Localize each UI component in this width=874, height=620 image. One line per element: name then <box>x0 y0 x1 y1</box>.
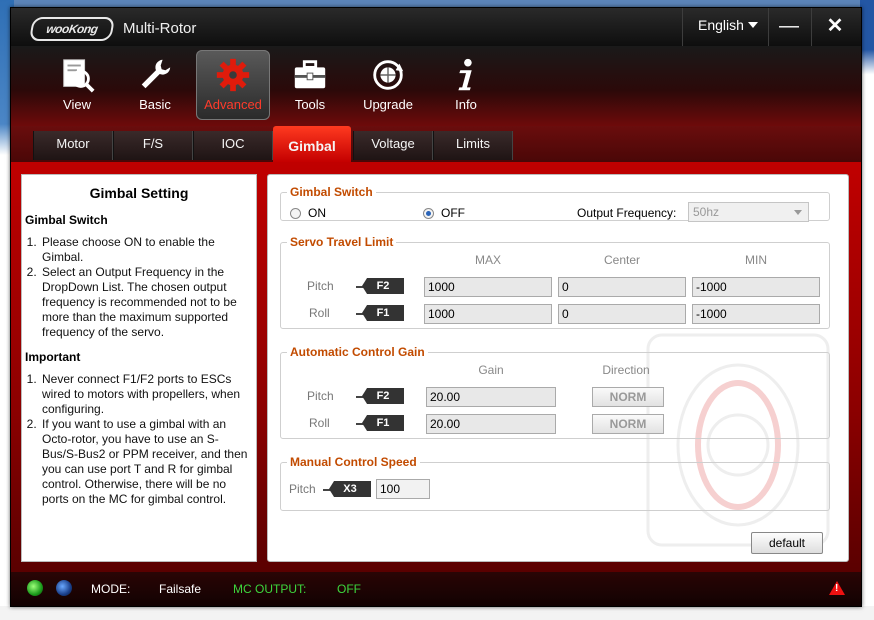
gain-pitch-label: Pitch <box>307 389 334 403</box>
default-button[interactable]: default <box>751 532 823 554</box>
help-item: Please choose ON to enable the Gimbal. <box>40 235 250 265</box>
warning-icon[interactable]: ! <box>829 581 845 595</box>
help-list: Never connect F1/F2 ports to ESCs wired … <box>22 372 250 507</box>
help-item: Select an Output Frequency in the DropDo… <box>40 265 250 340</box>
mode-label: MODE: <box>91 582 131 596</box>
toolbar-tools[interactable]: Tools <box>273 50 347 120</box>
group-title: Manual Control Speed <box>290 455 417 469</box>
main-toolbar: View Basic Advanced Tools Upgrade Info <box>11 46 861 126</box>
help-title: Gimbal Setting <box>89 185 189 201</box>
port-f2-badge: F2 <box>362 278 404 294</box>
gimbal-on-radio[interactable] <box>290 208 301 219</box>
port-f1-badge: F1 <box>362 415 404 431</box>
help-list: Please choose ON to enable the Gimbal. S… <box>22 235 250 340</box>
help-section-heading: Gimbal Switch <box>25 213 108 227</box>
toolbar-upgrade[interactable]: Upgrade <box>351 50 425 120</box>
toolbox-icon <box>294 60 326 89</box>
group-title: Servo Travel Limit <box>290 235 394 249</box>
gain-roll-direction-button[interactable]: NORM <box>592 414 664 434</box>
output-frequency-label: Output Frequency: <box>577 206 677 220</box>
app-title: Multi-Rotor <box>123 20 197 37</box>
output-frequency-select[interactable]: 50hz <box>688 202 809 222</box>
servo-pitch-label: Pitch <box>307 279 334 293</box>
help-item: Never connect F1/F2 ports to ESCs wired … <box>40 372 250 417</box>
tab-motor[interactable]: Motor <box>33 131 113 160</box>
info-icon <box>458 58 472 91</box>
mc-output-label: MC OUTPUT: <box>233 582 307 596</box>
toolbar-label: Tools <box>294 97 326 112</box>
servo-roll-label: Roll <box>309 306 330 320</box>
mode-value: Failsafe <box>159 582 202 596</box>
gain-pitch-input[interactable]: 20.00 <box>426 387 556 407</box>
toolbar-info[interactable]: Info <box>429 50 503 120</box>
brand-logo: wooKong <box>28 17 116 41</box>
servo-roll-center-input[interactable]: 0 <box>558 304 686 324</box>
title-bar: wooKong Multi-Rotor English — ✕ <box>11 8 861 46</box>
mc-output-value: OFF <box>337 582 361 596</box>
divider <box>682 8 683 46</box>
toolbar-basic[interactable]: Basic <box>118 50 192 120</box>
column-header-min: MIN <box>745 253 767 267</box>
output-frequency-value: 50hz <box>693 205 720 219</box>
divider <box>768 8 769 46</box>
speed-pitch-label: Pitch <box>289 482 316 496</box>
servo-roll-min-input[interactable]: -1000 <box>692 304 820 324</box>
close-button[interactable]: ✕ <box>817 12 853 42</box>
chevron-down-icon <box>747 22 758 28</box>
gps-led-icon <box>56 580 72 596</box>
column-header-direction: Direction <box>602 363 650 377</box>
toolbar-label: Upgrade <box>363 97 413 112</box>
gimbal-off-radio[interactable] <box>423 208 434 219</box>
gear-icon <box>216 58 250 92</box>
gimbal-on-label: ON <box>308 206 326 220</box>
column-header-gain: Gain <box>478 363 504 377</box>
toolbar-label: Basic <box>139 97 171 112</box>
tab-fs[interactable]: F/S <box>113 131 193 160</box>
toolbar-advanced[interactable]: Advanced <box>196 50 270 120</box>
column-header-center: Center <box>603 253 641 267</box>
servo-pitch-min-input[interactable]: -1000 <box>692 277 820 297</box>
column-header-max: MAX <box>474 253 501 267</box>
port-f1-badge: F1 <box>362 305 404 321</box>
toolbar-label: View <box>63 97 91 112</box>
gimbal-settings-panel: Gimbal Switch ON OFF Output Frequency: 5… <box>267 174 849 562</box>
help-panel: Gimbal Setting Gimbal Switch Please choo… <box>21 174 257 562</box>
group-title: Gimbal Switch <box>290 185 373 199</box>
tab-bar: Motor F/S IOC Gimbal Voltage Limits <box>11 126 861 162</box>
servo-pitch-center-input[interactable]: 0 <box>558 277 686 297</box>
speed-pitch-input[interactable]: 100 <box>376 479 430 499</box>
toolbar-label: Info <box>455 97 477 112</box>
divider <box>811 8 812 46</box>
help-item: If you want to use a gimbal with an Octo… <box>40 417 250 507</box>
servo-roll-max-input[interactable]: 1000 <box>424 304 552 324</box>
status-bar: MODE: Failsafe MC OUTPUT: OFF ! <box>11 572 861 606</box>
content-area: Gimbal Setting Gimbal Switch Please choo… <box>11 162 861 572</box>
gain-roll-input[interactable]: 20.00 <box>426 414 556 434</box>
chevron-down-icon <box>794 210 802 215</box>
tab-gimbal[interactable]: Gimbal <box>273 126 351 162</box>
language-label: English <box>698 17 744 33</box>
language-select[interactable]: English <box>698 17 758 33</box>
toolbar-label: Advanced <box>204 97 262 112</box>
connection-led-icon <box>27 580 43 596</box>
servo-pitch-max-input[interactable]: 1000 <box>424 277 552 297</box>
group-title: Automatic Control Gain <box>290 345 425 359</box>
toolbar-view[interactable]: View <box>40 50 114 120</box>
help-section-heading: Important <box>25 350 81 364</box>
wrench-icon <box>141 59 171 89</box>
minimize-button[interactable]: — <box>771 12 807 42</box>
tab-voltage[interactable]: Voltage <box>353 131 433 160</box>
gain-pitch-direction-button[interactable]: NORM <box>592 387 664 407</box>
app-window: wooKong Multi-Rotor English — ✕ View Bas… <box>10 7 862 607</box>
globe-refresh-icon <box>373 60 404 90</box>
tab-limits[interactable]: Limits <box>433 131 513 160</box>
desktop-background-bottom <box>0 606 874 620</box>
desktop-background-right <box>860 0 874 620</box>
gimbal-off-label: OFF <box>441 206 465 220</box>
gain-roll-label: Roll <box>309 416 330 430</box>
port-f2-badge: F2 <box>362 388 404 404</box>
magnifier-icon <box>63 59 95 93</box>
port-x3-badge: X3 <box>329 481 371 497</box>
tab-ioc[interactable]: IOC <box>193 131 273 160</box>
